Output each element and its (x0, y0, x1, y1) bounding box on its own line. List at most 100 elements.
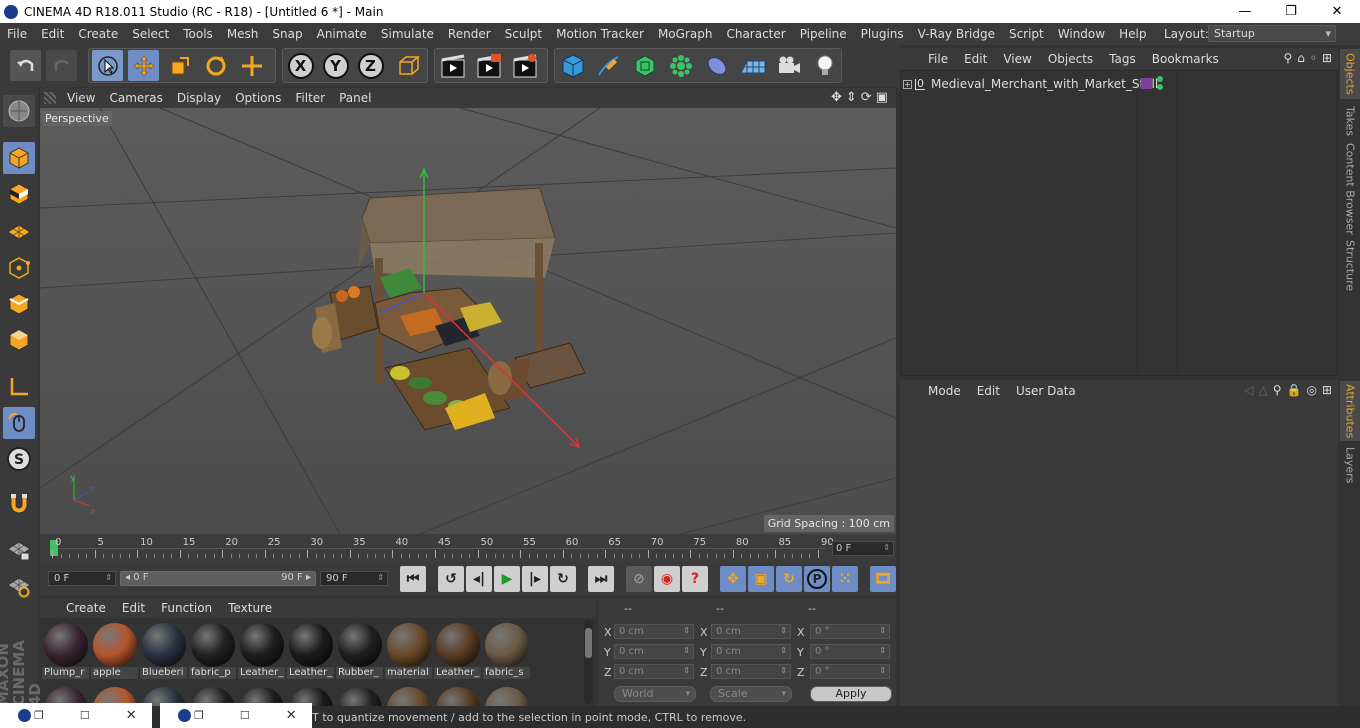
frame-range-slider[interactable]: ◂ 0 F 90 F ▸ (120, 571, 316, 586)
minimized-window-1[interactable]: ❐ ☐ ✕ (0, 703, 152, 728)
camera-icon[interactable] (773, 50, 804, 81)
start-frame-field[interactable]: 0 F ⇕ (48, 571, 116, 586)
end-frame-field[interactable]: 90 F ⇕ (320, 571, 388, 586)
size-x-field[interactable]: 0 cm ⇕ (711, 624, 791, 639)
coordinate-space-select[interactable]: World ▾ (614, 686, 696, 702)
render-view-icon[interactable] (437, 50, 468, 81)
y-axis-button[interactable]: Y (320, 50, 351, 81)
viewport-menu-filter[interactable]: Filter (288, 91, 332, 105)
tab-structure[interactable]: Structure (1340, 237, 1360, 295)
material-swatch[interactable] (385, 684, 432, 706)
menu-simulate[interactable]: Simulate (374, 27, 441, 41)
record-keys-icon[interactable]: ⊘ (626, 566, 652, 592)
menu-mograph[interactable]: MoGraph (651, 27, 720, 41)
axis-mode-icon[interactable] (3, 371, 35, 403)
material-menu-texture[interactable]: Texture (220, 601, 280, 615)
z-axis-button[interactable]: Z (355, 50, 386, 81)
undo-icon[interactable] (10, 50, 41, 81)
key-pla-icon[interactable]: ⁙ (832, 566, 858, 592)
menu-plugins[interactable]: Plugins (854, 27, 911, 41)
material-scrollbar[interactable] (584, 620, 593, 704)
menu-motion-tracker[interactable]: Motion Tracker (549, 27, 651, 41)
menu-script[interactable]: Script (1002, 27, 1051, 41)
points-mode-icon[interactable] (3, 252, 35, 284)
expand-icon[interactable]: + (903, 79, 912, 89)
layer-color-icon[interactable] (1141, 78, 1152, 89)
previous-key-icon[interactable]: ↺ (438, 566, 464, 592)
menu-vray-bridge[interactable]: V-Ray Bridge (911, 27, 1002, 41)
cloner-icon[interactable] (665, 50, 696, 81)
size-y-field[interactable]: 0 cm ⇕ (711, 644, 791, 659)
viewport-pan-icon[interactable]: ✥ (831, 90, 842, 105)
light-icon[interactable] (809, 50, 840, 81)
material-swatch[interactable]: Rubber_ (336, 620, 383, 682)
model-mode-icon[interactable] (3, 142, 35, 174)
coordinate-system-icon[interactable] (392, 50, 423, 81)
menu-help[interactable]: Help (1112, 27, 1153, 41)
restore-icon[interactable]: ❐ (194, 709, 204, 722)
menu-pipeline[interactable]: Pipeline (793, 27, 854, 41)
attributes-search-icon[interactable]: ⚲ (1273, 383, 1282, 397)
attributes-back-icon[interactable]: ◁ (1244, 383, 1253, 397)
deformer-icon[interactable] (701, 50, 732, 81)
tab-attributes[interactable]: Attributes (1340, 381, 1360, 441)
menu-mesh[interactable]: Mesh (220, 27, 266, 41)
material-swatch[interactable]: Leather_ (238, 620, 285, 682)
material-swatch[interactable] (336, 684, 383, 706)
menu-window[interactable]: Window (1051, 27, 1112, 41)
maximize-button[interactable]: ❐ (1268, 0, 1314, 23)
maximize-icon[interactable]: ☐ (240, 709, 250, 722)
rotate-icon[interactable] (200, 50, 231, 81)
material-swatch[interactable] (434, 684, 481, 706)
minimize-button[interactable]: — (1222, 0, 1268, 23)
attributes-menu-mode[interactable]: Mode (920, 384, 969, 398)
menu-edit[interactable]: Edit (34, 27, 71, 41)
cube-icon[interactable] (557, 50, 588, 81)
menu-tools[interactable]: Tools (176, 27, 220, 41)
viewport-menu-view[interactable]: View (60, 91, 102, 105)
object-search-icon[interactable]: ⚲ (1283, 51, 1292, 65)
rotation-p-field[interactable]: 0 ° ⇕ (810, 644, 890, 659)
render-settings-icon[interactable] (509, 50, 540, 81)
perspective-viewport[interactable]: y z x Perspective Grid Spacing : 100 cm (40, 108, 896, 534)
object-menu-tags[interactable]: Tags (1101, 52, 1144, 66)
attributes-lock-icon[interactable]: 🔒 (1287, 383, 1302, 397)
x-axis-button[interactable]: X (285, 50, 316, 81)
attributes-new-window-icon[interactable]: ⊞ (1322, 383, 1332, 397)
edges-mode-icon[interactable] (3, 288, 35, 320)
key-rotation-icon[interactable]: ↻ (776, 566, 802, 592)
keyframe-selection-icon[interactable]: ? (682, 566, 708, 592)
workplane-icon[interactable] (3, 214, 35, 246)
material-menu-edit[interactable]: Edit (114, 601, 153, 615)
minimized-window-2[interactable]: ❐ ☐ ✕ (160, 703, 312, 728)
menu-create[interactable]: Create (71, 27, 125, 41)
object-menu-edit[interactable]: Edit (956, 52, 995, 66)
floor-icon[interactable] (737, 50, 768, 81)
redo-icon[interactable] (46, 50, 77, 81)
select-cursor-icon[interactable] (92, 50, 123, 81)
close-icon[interactable]: ✕ (126, 708, 137, 723)
material-menu-function[interactable]: Function (153, 601, 220, 615)
solo-icon[interactable]: S (3, 443, 35, 475)
position-x-field[interactable]: 0 cm ⇕ (614, 624, 694, 639)
menu-file[interactable]: File (0, 27, 34, 41)
snap-magnet-icon[interactable] (3, 488, 35, 520)
material-swatch[interactable] (483, 684, 530, 706)
viewport-menu-options[interactable]: Options (228, 91, 288, 105)
object-menu-file[interactable]: File (920, 52, 956, 66)
apply-button[interactable]: Apply (810, 686, 892, 702)
object-menu-view[interactable]: View (995, 52, 1039, 66)
tab-layers[interactable]: Layers (1340, 443, 1360, 487)
tab-content-browser[interactable]: Content Browser (1340, 143, 1360, 235)
attributes-target-icon[interactable]: ◎ (1306, 383, 1316, 397)
menu-character[interactable]: Character (719, 27, 792, 41)
timeline[interactable]: 0 5 10 15 20 25 30 35 40 45 50 55 60 65 70 75 80 85 90 0 F… (40, 534, 896, 562)
restore-icon[interactable]: ❐ (34, 709, 44, 722)
key-parameter-button[interactable]: P (804, 566, 830, 592)
material-menu-create[interactable]: Create (58, 601, 114, 615)
render-region-icon[interactable] (473, 50, 504, 81)
close-icon[interactable]: ✕ (286, 708, 297, 723)
viewport-menu-cameras[interactable]: Cameras (102, 91, 169, 105)
current-frame-field[interactable]: 0 F ⇕ (832, 541, 894, 556)
object-back-icon[interactable]: ◦ (1310, 51, 1317, 65)
